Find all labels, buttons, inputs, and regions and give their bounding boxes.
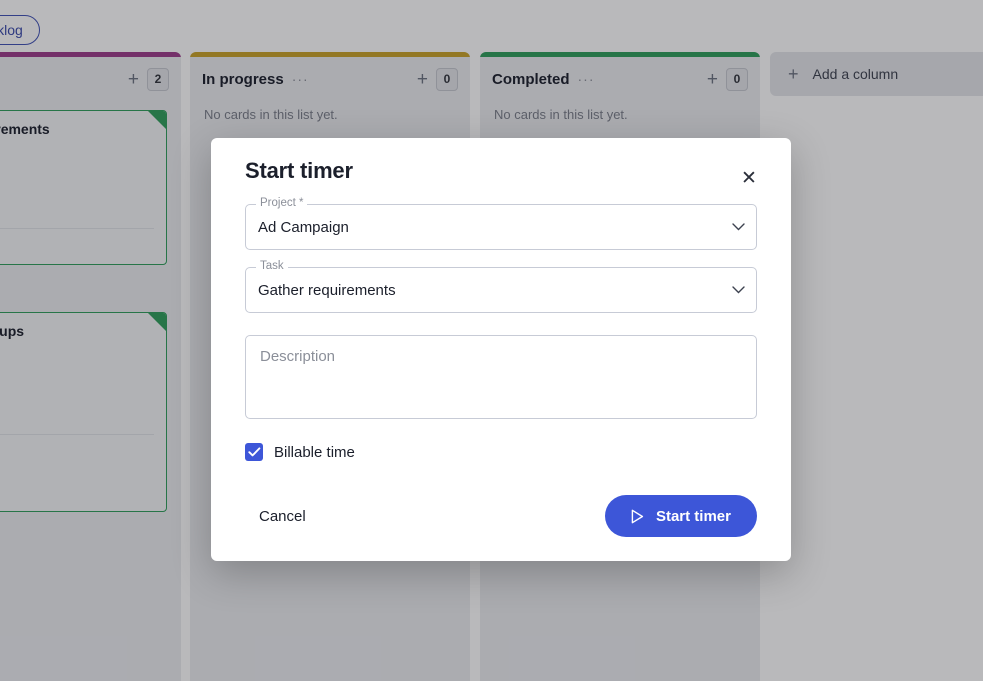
start-timer-dialog: Start timer ✕ Project * Ad Campaign Task…	[211, 138, 791, 561]
description-input[interactable]	[245, 335, 757, 419]
task-select[interactable]: Task Gather requirements	[245, 260, 757, 313]
project-select[interactable]: Project * Ad Campaign	[245, 197, 757, 250]
chevron-down-icon[interactable]	[732, 223, 745, 231]
billable-time-row: Billable time	[245, 443, 757, 461]
dialog-actions: Cancel Start timer	[245, 495, 757, 537]
billable-time-checkbox[interactable]	[245, 443, 263, 461]
start-timer-button[interactable]: Start timer	[604, 495, 757, 537]
close-icon[interactable]: ✕	[735, 164, 763, 192]
play-icon	[631, 509, 644, 524]
dialog-header: Start timer ✕	[245, 138, 757, 204]
billable-time-label: Billable time	[274, 443, 355, 461]
project-select-label: Project *	[256, 197, 308, 209]
description-field	[245, 335, 757, 419]
project-select-value: Ad Campaign	[258, 218, 349, 236]
dialog-title: Start timer	[245, 158, 353, 183]
task-select-label: Task	[256, 260, 288, 272]
task-select-value: Gather requirements	[258, 281, 396, 299]
start-timer-label: Start timer	[655, 507, 731, 525]
chevron-down-icon[interactable]	[732, 286, 745, 294]
cancel-button[interactable]: Cancel	[245, 500, 320, 533]
